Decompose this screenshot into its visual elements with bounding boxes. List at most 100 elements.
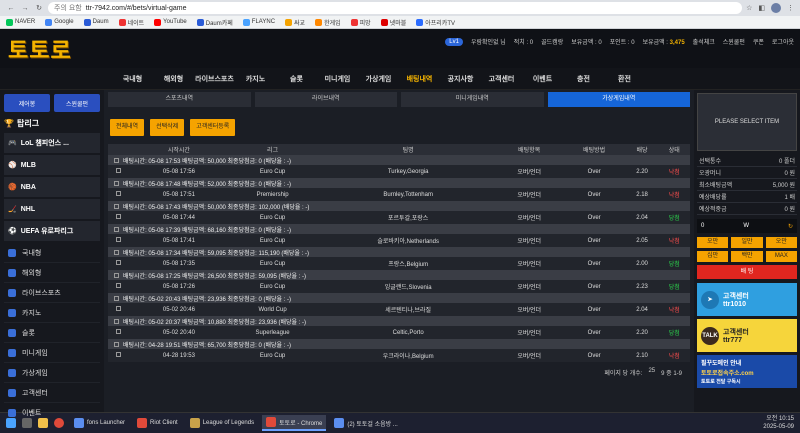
amount-pad-button[interactable]: 오만 — [697, 237, 729, 248]
item-checkbox[interactable] — [116, 237, 122, 243]
sidebar-league-item[interactable]: ⚽ UEFA 유로파리그 — [4, 221, 100, 241]
row-checkbox[interactable] — [114, 319, 119, 325]
telegram-banner[interactable]: ➤ 고객센터 ttr1010 — [697, 283, 797, 316]
bonus-label[interactable]: 보유금액 : 3,475 — [643, 37, 685, 46]
amount-pad-button[interactable]: 십만 — [697, 251, 729, 262]
row-checkbox[interactable] — [114, 204, 119, 210]
bookmark-item[interactable]: Daum카페 — [196, 18, 233, 27]
coupon-link[interactable]: 쿠폰 — [753, 37, 764, 46]
nav-item[interactable]: 해외형 — [153, 74, 194, 84]
bookmark-item[interactable]: Daum — [83, 18, 109, 26]
sidebar-menu-item[interactable]: 가상게임 — [4, 363, 100, 383]
filter-button[interactable]: 전체내역 — [110, 119, 145, 136]
bookmark-item[interactable]: 한게임 — [315, 18, 341, 27]
filter-button[interactable]: 선택삭제 — [150, 119, 185, 136]
bookmark-item[interactable]: 넷마블 — [380, 18, 406, 27]
taskbar-app[interactable]: 토토로 - Chrome — [262, 415, 327, 431]
menu-icon[interactable]: ⋮ — [787, 4, 794, 12]
chrome-icon[interactable] — [54, 418, 64, 428]
reset-icon[interactable]: ↻ — [788, 223, 793, 230]
sidebar-league-item[interactable]: 🎮 LoL 챔피언스 ... — [4, 133, 100, 153]
search-icon[interactable] — [22, 418, 32, 428]
file-explorer-icon[interactable] — [38, 418, 48, 428]
address-bar[interactable]: 주의 요함 ttr-7942.com/#/bets/virtual-game — [48, 2, 743, 14]
nav-item[interactable]: 라이브스포츠 — [194, 74, 235, 84]
taskbar-app[interactable]: fons Launcher — [70, 415, 129, 431]
row-checkbox[interactable] — [114, 296, 119, 302]
subtab[interactable]: 라이브내역 — [254, 92, 397, 107]
item-checkbox[interactable] — [116, 191, 122, 197]
bookmark-item[interactable]: 피망 — [350, 18, 371, 27]
bookmark-item[interactable]: Google — [45, 18, 74, 26]
sidebar-menu-item[interactable]: 고객센터 — [4, 383, 100, 403]
row-checkbox[interactable] — [114, 342, 119, 348]
taskbar-app[interactable]: (2) 토토걸 소음방 ... — [330, 415, 401, 431]
subtab[interactable]: 스포츠내역 — [108, 92, 251, 107]
points-label[interactable]: 적치 : 0 — [514, 37, 533, 46]
item-checkbox[interactable] — [116, 214, 122, 220]
bookmark-item[interactable]: 싸교 — [285, 18, 305, 27]
subtab[interactable]: 미니게임내역 — [401, 92, 544, 107]
taskbar-app[interactable]: League of Legends — [186, 415, 258, 431]
nav-item[interactable]: 카지노 — [235, 74, 276, 84]
page-size-select[interactable]: 25 — [648, 368, 655, 377]
clock[interactable]: 오전 10:15 2025-05-09 — [763, 415, 794, 431]
filter-button[interactable]: 고객센터등록 — [190, 119, 236, 136]
sidebar-menu-item[interactable]: 국내형 — [4, 243, 100, 263]
taskbar-app[interactable]: Riot Client — [133, 415, 182, 431]
quick-button-1[interactable]: 제어봉 — [4, 94, 50, 112]
sidebar-menu-item[interactable]: 라이브스포츠 — [4, 283, 100, 303]
nav-item[interactable]: 미니게임 — [317, 74, 358, 84]
amount-pad-button[interactable]: 오만 — [765, 237, 797, 248]
nav-item[interactable]: 가상게임 — [358, 74, 399, 84]
domain-banner[interactable]: 필꾸도메인 안내 토토로접속주소.com 토토로 전달 구독시 — [697, 355, 797, 388]
amount-pad-button[interactable]: 일만 — [731, 237, 763, 248]
reload-icon[interactable]: ↻ — [34, 4, 44, 12]
bookmark-item[interactable]: 네이트 — [118, 18, 144, 27]
extensions-icon[interactable]: ◧ — [758, 4, 765, 12]
sidebar-menu-item[interactable]: 미니게임 — [4, 343, 100, 363]
nav-item[interactable]: 슬롯 — [276, 74, 317, 84]
security-label[interactable]: 주의 요함 — [54, 3, 82, 13]
nav-item[interactable]: 충전 — [563, 74, 604, 84]
row-checkbox[interactable] — [114, 273, 119, 279]
kakao-banner[interactable]: TALK 고객센터 ttr777 — [697, 319, 797, 352]
amount-pad-button[interactable]: 백만 — [731, 251, 763, 262]
row-checkbox[interactable] — [114, 181, 119, 187]
bookmark-item[interactable]: 아프리카TV — [416, 18, 455, 27]
forward-icon[interactable]: → — [20, 5, 30, 12]
sidebar-league-item[interactable]: 🏒 NHL — [4, 199, 100, 219]
sidebar-menu-item[interactable]: 해외형 — [4, 263, 100, 283]
item-checkbox[interactable] — [116, 352, 122, 358]
nav-item[interactable]: 환전 — [604, 74, 645, 84]
row-checkbox[interactable] — [114, 158, 119, 164]
row-checkbox[interactable] — [114, 250, 119, 256]
point-label[interactable]: 포인트 : 0 — [610, 37, 635, 46]
subtab[interactable]: 가상게임내역 — [547, 92, 690, 107]
quick-button-2[interactable]: 스윈쿨펀 — [54, 94, 100, 112]
cash-label[interactable]: 보유금액 : 0 — [571, 37, 601, 46]
back-icon[interactable]: ← — [6, 5, 16, 12]
site-logo[interactable]: 토토로 — [8, 33, 72, 65]
sidebar-league-item[interactable]: ⚾ MLB — [4, 155, 100, 175]
windows-start-icon[interactable] — [6, 418, 16, 428]
star-icon[interactable]: ☆ — [746, 4, 752, 12]
nav-item[interactable]: 이벤트 — [522, 74, 563, 84]
nav-item[interactable]: 고객센터 — [481, 74, 522, 84]
nav-item[interactable]: 배팅내역 — [399, 74, 440, 84]
profile-avatar[interactable] — [771, 3, 781, 13]
bookmark-item[interactable]: YouTube — [154, 18, 187, 26]
item-checkbox[interactable] — [116, 168, 122, 174]
item-checkbox[interactable] — [116, 283, 122, 289]
row-checkbox[interactable] — [114, 227, 119, 233]
sidebar-menu-item[interactable]: 슬롯 — [4, 323, 100, 343]
sidebar-menu-item[interactable]: 카지노 — [4, 303, 100, 323]
bookmark-item[interactable]: FLAYNC — [242, 18, 275, 26]
bookmark-item[interactable]: NAVER — [6, 18, 35, 26]
gold-label[interactable]: 골드캠랑 — [541, 37, 563, 46]
nav-item[interactable]: 공지사항 — [440, 74, 481, 84]
amount-input[interactable]: 0 W ↻ — [697, 219, 797, 233]
item-checkbox[interactable] — [116, 329, 122, 335]
nav-item[interactable]: 국내형 — [112, 74, 153, 84]
amount-pad-button[interactable]: MAX — [765, 251, 797, 262]
